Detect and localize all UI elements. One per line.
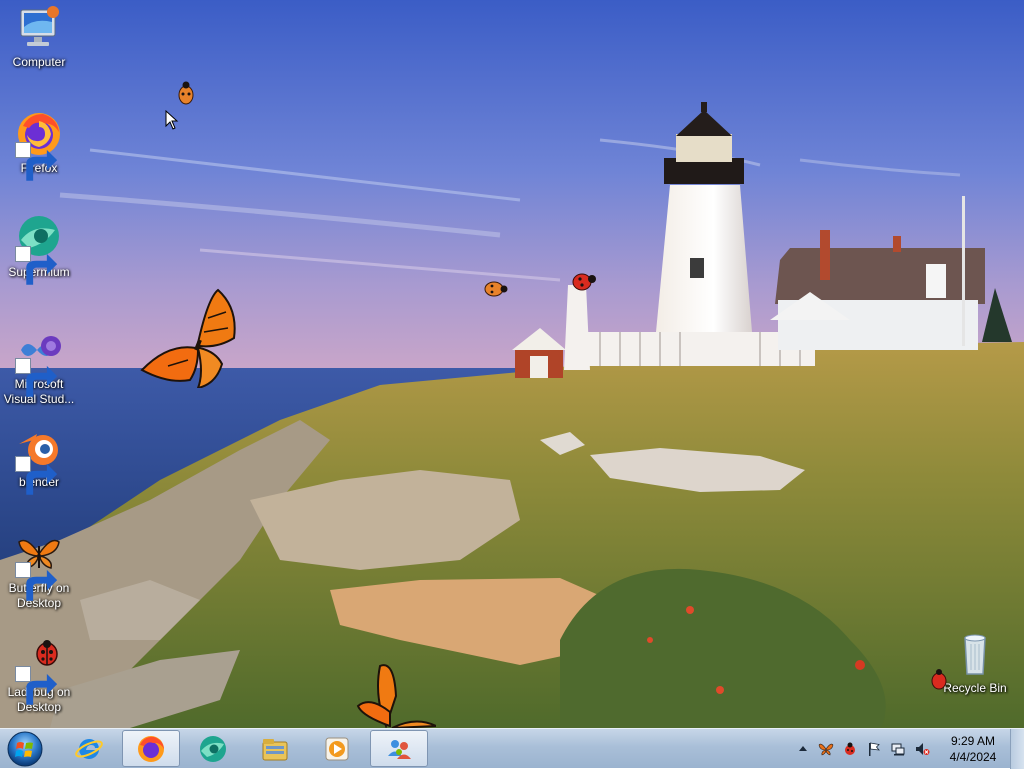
ladybug-icon[interactable] (930, 667, 948, 691)
shortcut-arrow-icon (15, 562, 58, 601)
network-icon[interactable] (890, 741, 906, 757)
butterfly-icon (15, 530, 63, 601)
desktop-icon-computer[interactable]: Computer (1, 4, 77, 70)
taskbar-people-app[interactable] (370, 730, 428, 767)
taskbar-internet-explorer[interactable] (60, 730, 118, 767)
shortcut-arrow-icon (15, 358, 58, 397)
desktop-icon-firefox[interactable]: Firefox (1, 110, 77, 181)
supermium-icon (200, 735, 226, 762)
firefox-icon (15, 110, 63, 181)
ladybug-icon (15, 634, 63, 705)
people-app-icon (388, 739, 411, 759)
mouse-cursor-icon (165, 110, 179, 130)
clock-date: 4/4/2024 (949, 750, 997, 764)
shortcut-arrow-icon (15, 142, 58, 181)
butterfly-icon[interactable] (138, 288, 238, 388)
desktop-icon-supermium[interactable]: Supermium (1, 214, 77, 285)
taskbar-file-explorer[interactable] (246, 730, 304, 767)
computer-icon (15, 4, 63, 52)
windows-start-icon (7, 731, 43, 767)
ladybug-icon[interactable] (570, 270, 598, 292)
shortcut-arrow-icon (15, 246, 58, 285)
media-player-icon (325, 737, 349, 760)
taskbar: 9:29 AM 4/4/2024 (0, 728, 1024, 769)
desktop-icon-visual-studio[interactable]: Microsoft Visual Stud... (1, 326, 77, 407)
clock-time: 9:29 AM (950, 734, 996, 748)
shortcut-arrow-icon (15, 456, 58, 495)
firefox-icon (138, 735, 164, 762)
show-desktop-button[interactable] (1010, 729, 1024, 769)
ladybug-icon[interactable] (483, 279, 509, 299)
ladybug-icon[interactable] (842, 741, 858, 757)
action-center-flag-icon[interactable] (866, 741, 882, 757)
butterfly-icon[interactable] (818, 741, 834, 757)
show-hidden-icons-arrow[interactable] (795, 741, 811, 757)
recycle-bin-icon (951, 630, 999, 678)
ladybug-icon[interactable] (176, 80, 196, 106)
internet-explorer-icon (75, 738, 103, 759)
desktop-icon-blender[interactable]: blender (1, 424, 77, 495)
desktop-icon-ladybug-on-desktop[interactable]: Ladybug on Desktop (1, 634, 77, 715)
desktop-icon-butterfly-on-desktop[interactable]: Butterfly on Desktop (1, 530, 77, 611)
volume-muted-icon[interactable] (914, 741, 930, 757)
supermium-icon (15, 214, 63, 285)
blender-icon (15, 424, 63, 495)
desktop-icon-recycle-bin[interactable]: Recycle Bin (937, 630, 1013, 696)
butterfly-icon[interactable] (356, 656, 436, 728)
taskbar-firefox[interactable] (122, 730, 180, 767)
start-button[interactable] (5, 730, 45, 768)
taskbar-supermium[interactable] (184, 730, 242, 767)
shortcut-arrow-icon (15, 666, 58, 705)
taskbar-media-player[interactable] (308, 730, 366, 767)
visual-studio-icon (15, 326, 63, 397)
file-explorer-icon (262, 738, 288, 760)
taskbar-clock[interactable]: 9:29 AM 4/4/2024 (938, 733, 1008, 765)
